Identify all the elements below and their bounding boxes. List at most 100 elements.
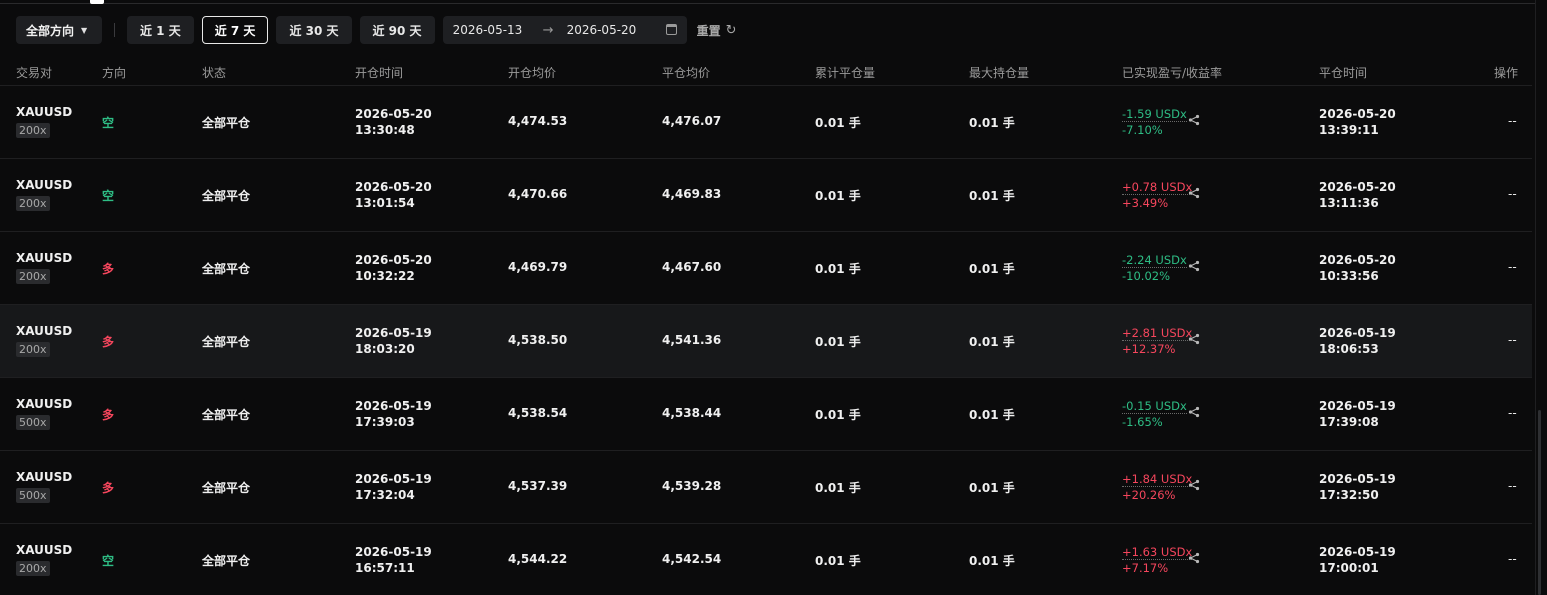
open-time: 2026-05-19 18:03:20 xyxy=(355,325,432,357)
open-clock: 10:32:22 xyxy=(355,269,415,283)
max-qty: 0.01 手 xyxy=(969,481,1015,495)
close-time: 2026-05-20 13:11:36 xyxy=(1319,179,1396,211)
date-end[interactable]: 2026-05-20 xyxy=(567,23,637,37)
close-date: 2026-05-19 xyxy=(1319,472,1396,486)
open-clock: 17:39:03 xyxy=(355,415,415,429)
status: 全部平仓 xyxy=(202,335,251,349)
table-row[interactable]: XAUUSD 200x 空 全部平仓 2026-05-19 16:57:11 4,544.2… xyxy=(0,524,1532,595)
arrow-right-icon: → xyxy=(542,22,554,38)
header-action: 操作 xyxy=(1494,66,1519,80)
range-1d-button[interactable]: 近 1 天 xyxy=(127,16,194,44)
leverage-badge: 500x xyxy=(16,415,50,430)
action-placeholder: -- xyxy=(1508,479,1517,493)
max-qty: 0.01 手 xyxy=(969,335,1015,349)
closed-qty: 0.01 手 xyxy=(815,335,861,349)
range-90d-button[interactable]: 近 90 天 xyxy=(359,16,435,44)
caret-down-icon: ▼ xyxy=(81,25,88,35)
range-7d-button[interactable]: 近 7 天 xyxy=(201,16,269,44)
close-time: 2026-05-19 18:06:53 xyxy=(1319,325,1396,357)
pnl-cell: +1.84 USDx +20.26% xyxy=(1122,471,1193,503)
close-price: 4,467.60 xyxy=(662,260,722,274)
roi: +3.49% xyxy=(1122,196,1169,210)
leverage-badge: 200x xyxy=(16,196,50,211)
reset-label: 重置 xyxy=(696,23,721,38)
share-icon[interactable] xyxy=(1188,114,1200,126)
direction-select[interactable]: 全部方向 ▼ xyxy=(16,16,102,44)
action-placeholder: -- xyxy=(1508,333,1517,347)
realized-pnl[interactable]: +1.84 USDx xyxy=(1122,472,1193,487)
right-border xyxy=(1535,0,1536,595)
open-price: 4,474.53 xyxy=(508,114,568,128)
realized-pnl[interactable]: +1.63 USDx xyxy=(1122,545,1193,560)
closed-qty: 0.01 手 xyxy=(815,481,861,495)
share-icon[interactable] xyxy=(1188,260,1200,272)
close-price: 4,538.44 xyxy=(662,406,722,420)
roi: +7.17% xyxy=(1122,561,1169,575)
leverage-badge: 200x xyxy=(16,269,50,284)
open-price: 4,470.66 xyxy=(508,187,568,201)
trade-history-page: 全部方向 ▼ 近 1 天 近 7 天 近 30 天 近 90 天 2026-05… xyxy=(0,0,1547,595)
pnl-cell: +0.78 USDx +3.49% xyxy=(1122,179,1193,211)
close-date: 2026-05-20 xyxy=(1319,107,1396,121)
status: 全部平仓 xyxy=(202,116,251,130)
header-status: 状态 xyxy=(202,66,227,80)
direction: 多 xyxy=(102,335,115,349)
open-clock: 18:03:20 xyxy=(355,342,415,356)
pnl-cell: +1.63 USDx +7.17% xyxy=(1122,544,1193,576)
max-qty: 0.01 手 xyxy=(969,189,1015,203)
table-row[interactable]: XAUUSD 200x 多 全部平仓 2026-05-20 10:32:22 4,469.7… xyxy=(0,232,1532,305)
leverage-badge: 500x xyxy=(16,488,50,503)
share-icon[interactable] xyxy=(1188,187,1200,199)
table-row[interactable]: XAUUSD 200x 空 全部平仓 2026-05-20 13:01:54 4,470.6… xyxy=(0,159,1532,232)
status: 全部平仓 xyxy=(202,262,251,276)
close-time: 2026-05-19 17:39:08 xyxy=(1319,398,1396,430)
open-date: 2026-05-19 xyxy=(355,545,432,559)
pnl-cell: -2.24 USDx -10.02% xyxy=(1122,252,1187,284)
header-symbol: 交易对 xyxy=(16,66,53,80)
pnl-cell: -1.59 USDx -7.10% xyxy=(1122,106,1187,138)
header-open-time: 开仓时间 xyxy=(355,66,404,80)
reset-button[interactable]: 重置 ↻ xyxy=(697,22,737,39)
share-icon[interactable] xyxy=(1188,333,1200,345)
share-icon[interactable] xyxy=(1188,479,1200,491)
date-start[interactable]: 2026-05-13 xyxy=(453,23,523,37)
realized-pnl[interactable]: +0.78 USDx xyxy=(1122,180,1193,195)
action-placeholder: -- xyxy=(1508,114,1517,128)
status: 全部平仓 xyxy=(202,554,251,568)
open-time: 2026-05-20 13:01:54 xyxy=(355,179,432,211)
roi: -7.10% xyxy=(1122,123,1163,137)
range-30d-button[interactable]: 近 30 天 xyxy=(276,16,352,44)
share-icon[interactable] xyxy=(1188,552,1200,564)
realized-pnl[interactable]: -1.59 USDx xyxy=(1122,107,1187,122)
close-clock: 17:32:50 xyxy=(1319,488,1379,502)
realized-pnl[interactable]: -0.15 USDx xyxy=(1122,399,1187,414)
close-time: 2026-05-20 13:39:11 xyxy=(1319,106,1396,138)
share-icon[interactable] xyxy=(1188,406,1200,418)
close-price: 4,542.54 xyxy=(662,552,722,566)
roi: +12.37% xyxy=(1122,342,1176,356)
realized-pnl[interactable]: +2.81 USDx xyxy=(1122,326,1193,341)
calendar-icon[interactable] xyxy=(665,24,677,35)
symbol: XAUUSD xyxy=(16,543,73,557)
open-clock: 17:32:04 xyxy=(355,488,415,502)
table-row[interactable]: XAUUSD 500x 多 全部平仓 2026-05-19 17:32:04 4,537.3… xyxy=(0,451,1532,524)
max-qty: 0.01 手 xyxy=(969,554,1015,568)
close-clock: 13:39:11 xyxy=(1319,123,1379,137)
max-qty: 0.01 手 xyxy=(969,408,1015,422)
active-tab-indicator xyxy=(90,0,104,4)
action-placeholder: -- xyxy=(1508,260,1517,274)
action-placeholder: -- xyxy=(1508,552,1517,566)
table-row[interactable]: XAUUSD 200x 空 全部平仓 2026-05-20 13:30:48 4,474.5… xyxy=(0,86,1532,159)
direction: 空 xyxy=(102,116,115,130)
symbol: XAUUSD xyxy=(16,397,73,411)
vertical-scrollbar[interactable] xyxy=(1538,410,1541,595)
open-time: 2026-05-20 10:32:22 xyxy=(355,252,432,284)
realized-pnl[interactable]: -2.24 USDx xyxy=(1122,253,1187,268)
table-row[interactable]: XAUUSD 200x 多 全部平仓 2026-05-19 18:03:20 4,538.5… xyxy=(0,305,1532,378)
leverage-badge: 200x xyxy=(16,123,50,138)
symbol: XAUUSD xyxy=(16,178,73,192)
max-qty: 0.01 手 xyxy=(969,116,1015,130)
table-row[interactable]: XAUUSD 500x 多 全部平仓 2026-05-19 17:39:03 4,538.5… xyxy=(0,378,1532,451)
top-divider xyxy=(0,3,1535,4)
date-range-picker[interactable]: 2026-05-13 → 2026-05-20 xyxy=(442,16,687,44)
